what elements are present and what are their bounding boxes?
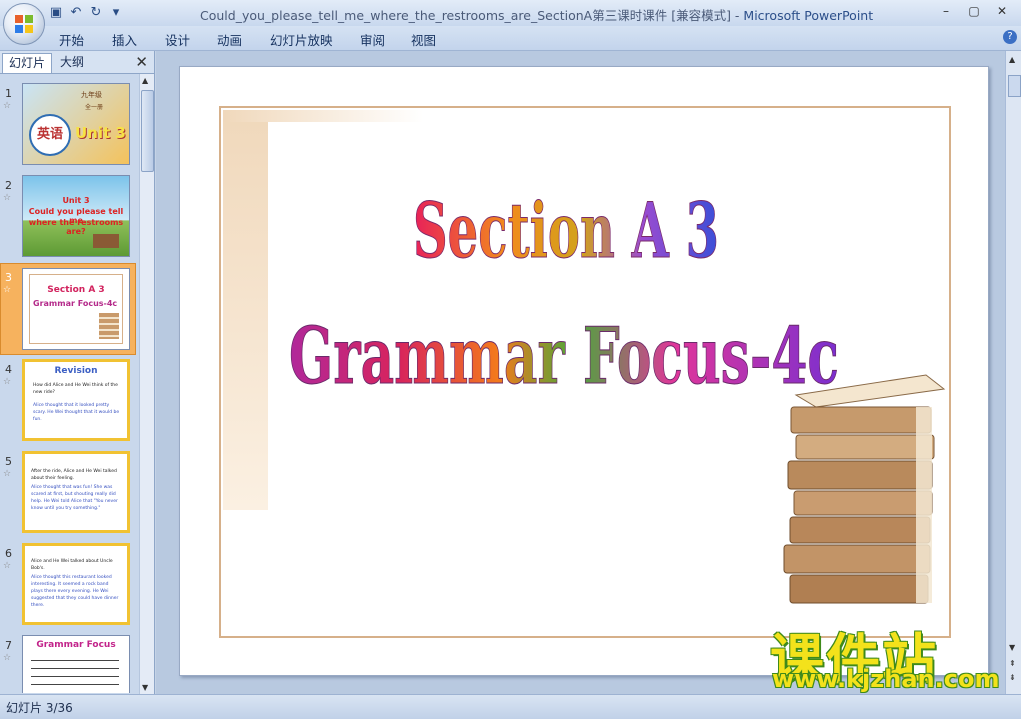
thumb-line1: Section A 3 [47, 285, 105, 295]
thumb-lines [31, 656, 119, 692]
slide-thumbnail[interactable]: Grammar Focus [22, 635, 130, 693]
thumb-answer: Alice thought this restaurant looked int… [31, 575, 119, 608]
quick-access-toolbar: ▣ ↶ ↻ ▾ [48, 4, 124, 22]
thumb-house [93, 234, 119, 248]
slide-thumbnail-item[interactable]: 1 ☆ 九年级 全一册 英语 Unit 3 [0, 81, 138, 171]
save-icon[interactable]: ▣ [48, 5, 64, 21]
close-icon[interactable]: ✕ [135, 53, 148, 71]
title-separator: - [730, 8, 744, 23]
slide-number: 3 [5, 271, 12, 284]
thumb-heading: Grammar Focus [36, 640, 116, 650]
slide-thumbnail[interactable]: Section A 3 Grammar Focus-4c [22, 268, 130, 350]
thumb-volume: 全一册 [85, 104, 104, 111]
transition-star-icon: ☆ [3, 193, 12, 203]
panel-tabs: 幻灯片 大纲 ✕ [0, 51, 154, 74]
slide-thumbnail[interactable]: Alice and He Wei talked about Uncle Bob'… [22, 543, 130, 625]
transition-star-icon: ☆ [3, 101, 12, 111]
watermark-url: www.kjzhan.com [772, 665, 1000, 693]
slide-title-line2: Grammar Focus-4c [289, 311, 839, 402]
restore-icon[interactable]: ▢ [961, 2, 987, 20]
transition-star-icon: ☆ [3, 653, 12, 663]
scroll-up-icon[interactable]: ▲ [142, 76, 148, 85]
slides-panel: 幻灯片 大纲 ✕ 1 ☆ 九年级 全一册 英语 Unit 3 2 ☆ Unit … [0, 51, 155, 694]
slide-thumbnail[interactable]: After the ride, Alice and He Wei talked … [22, 451, 130, 533]
tab-review[interactable]: 审阅 [360, 30, 385, 49]
slide-thumbnail-item[interactable]: 5 ☆ After the ride, Alice and He Wei tal… [0, 449, 138, 539]
thumb-unit: Unit 3 [75, 124, 126, 142]
transition-star-icon: ☆ [3, 285, 12, 295]
thumb-grade: 九年级 [81, 91, 102, 99]
thumb-books [99, 313, 119, 339]
transition-star-icon: ☆ [3, 561, 12, 571]
current-slide[interactable]: Section A 3 Grammar Focus-4c [179, 66, 989, 676]
slide-number: 1 [5, 87, 12, 100]
thumb-subject: 英语 [29, 114, 71, 156]
transition-star-icon: ☆ [3, 377, 12, 387]
scroll-up-icon[interactable]: ▲ [1009, 55, 1015, 64]
title-bar: ▣ ↶ ↻ ▾ Could_you_please_tell_me_where_t… [0, 0, 1021, 26]
thumb-line2: Grammar Focus-4c [33, 299, 118, 308]
thumb-answer: Alice thought that was fun! She was scar… [31, 485, 118, 511]
close-icon[interactable]: ✕ [989, 2, 1015, 20]
tab-design[interactable]: 设计 [165, 30, 190, 49]
slide-number: 2 [5, 179, 12, 192]
editor-scrollbar[interactable]: ▲ ▼ ⇞ ⇟ [1005, 51, 1021, 694]
redo-icon[interactable]: ↻ [88, 5, 104, 21]
undo-icon[interactable]: ↶ [68, 5, 84, 21]
book-stack-image [783, 374, 946, 604]
slide-count-status: 幻灯片 3/36 [6, 701, 73, 715]
scroll-thumb[interactable] [1008, 75, 1021, 97]
slide-thumbnail-item[interactable]: 7 ☆ Grammar Focus [0, 633, 138, 693]
window-controls: – ▢ ✕ [933, 2, 1015, 20]
tab-slides[interactable]: 幻灯片 [2, 53, 53, 73]
customize-qat-icon[interactable]: ▾ [108, 5, 124, 21]
office-logo-icon [15, 15, 33, 33]
slide-thumbnail[interactable]: 九年级 全一册 英语 Unit 3 [22, 83, 130, 165]
slide-number: 6 [5, 547, 12, 560]
slide-thumbnail[interactable]: Revision How did Alice and He Wei think … [22, 359, 130, 441]
ribbon-tabs: 开始 插入 设计 动画 幻灯片放映 审阅 视图 ? [0, 26, 1021, 51]
slide-number: 5 [5, 455, 12, 468]
tab-insert[interactable]: 插入 [112, 30, 137, 49]
window-title: Could_you_please_tell_me_where_the_restr… [200, 5, 873, 24]
slide-number: 4 [5, 363, 12, 376]
slide-thumbnail-item[interactable]: 6 ☆ Alice and He Wei talked about Uncle … [0, 541, 138, 631]
thumb-question: Alice and He Wei talked about Uncle Bob'… [31, 559, 113, 571]
tab-home[interactable]: 开始 [59, 30, 84, 49]
minimize-icon[interactable]: – [933, 2, 959, 20]
office-button[interactable] [3, 3, 45, 45]
next-slide-icon[interactable]: ⇟ [1009, 673, 1016, 682]
transition-star-icon: ☆ [3, 469, 12, 479]
scroll-thumb[interactable] [141, 90, 154, 172]
slide-number: 7 [5, 639, 12, 652]
document-title: Could_you_please_tell_me_where_the_restr… [200, 8, 731, 23]
panel-scrollbar[interactable]: ▲ ▼ [139, 74, 154, 694]
app-name: Microsoft PowerPoint [743, 8, 874, 23]
help-icon[interactable]: ? [1003, 30, 1017, 44]
watermark-logo: 课件站 www.kjzhan.com [760, 615, 1010, 697]
status-bar: 幻灯片 3/36 [0, 694, 1021, 719]
slide-title-line1: Section A 3 [413, 186, 719, 275]
thumb-question: After the ride, Alice and He Wei talked … [31, 469, 117, 481]
tab-outline[interactable]: 大纲 [54, 53, 90, 72]
thumb-heading: Revision [54, 366, 98, 376]
thumb-subject-text: 英语 [36, 127, 63, 142]
slide-thumbnail[interactable]: Unit 3 Could you please tell me where th… [22, 175, 130, 257]
tab-view[interactable]: 视图 [411, 30, 436, 49]
previous-slide-icon[interactable]: ⇞ [1009, 659, 1016, 668]
thumb-question: How did Alice and He Wei think of the ne… [33, 383, 118, 395]
tab-animations[interactable]: 动画 [217, 30, 242, 49]
thumb-line1: Unit 3 [62, 196, 90, 205]
slide-thumbnail-item[interactable]: 3 ☆ Section A 3 Grammar Focus-4c [0, 263, 138, 355]
thumb-answer: Alice thought that it looked pretty scar… [33, 403, 120, 422]
tab-slide-show[interactable]: 幻灯片放映 [270, 30, 333, 49]
scroll-down-icon[interactable]: ▼ [142, 683, 148, 692]
slide-thumbnail-item[interactable]: 4 ☆ Revision How did Alice and He Wei th… [0, 357, 138, 447]
slide-thumbnail-item[interactable]: 2 ☆ Unit 3 Could you please tell me wher… [0, 173, 138, 263]
